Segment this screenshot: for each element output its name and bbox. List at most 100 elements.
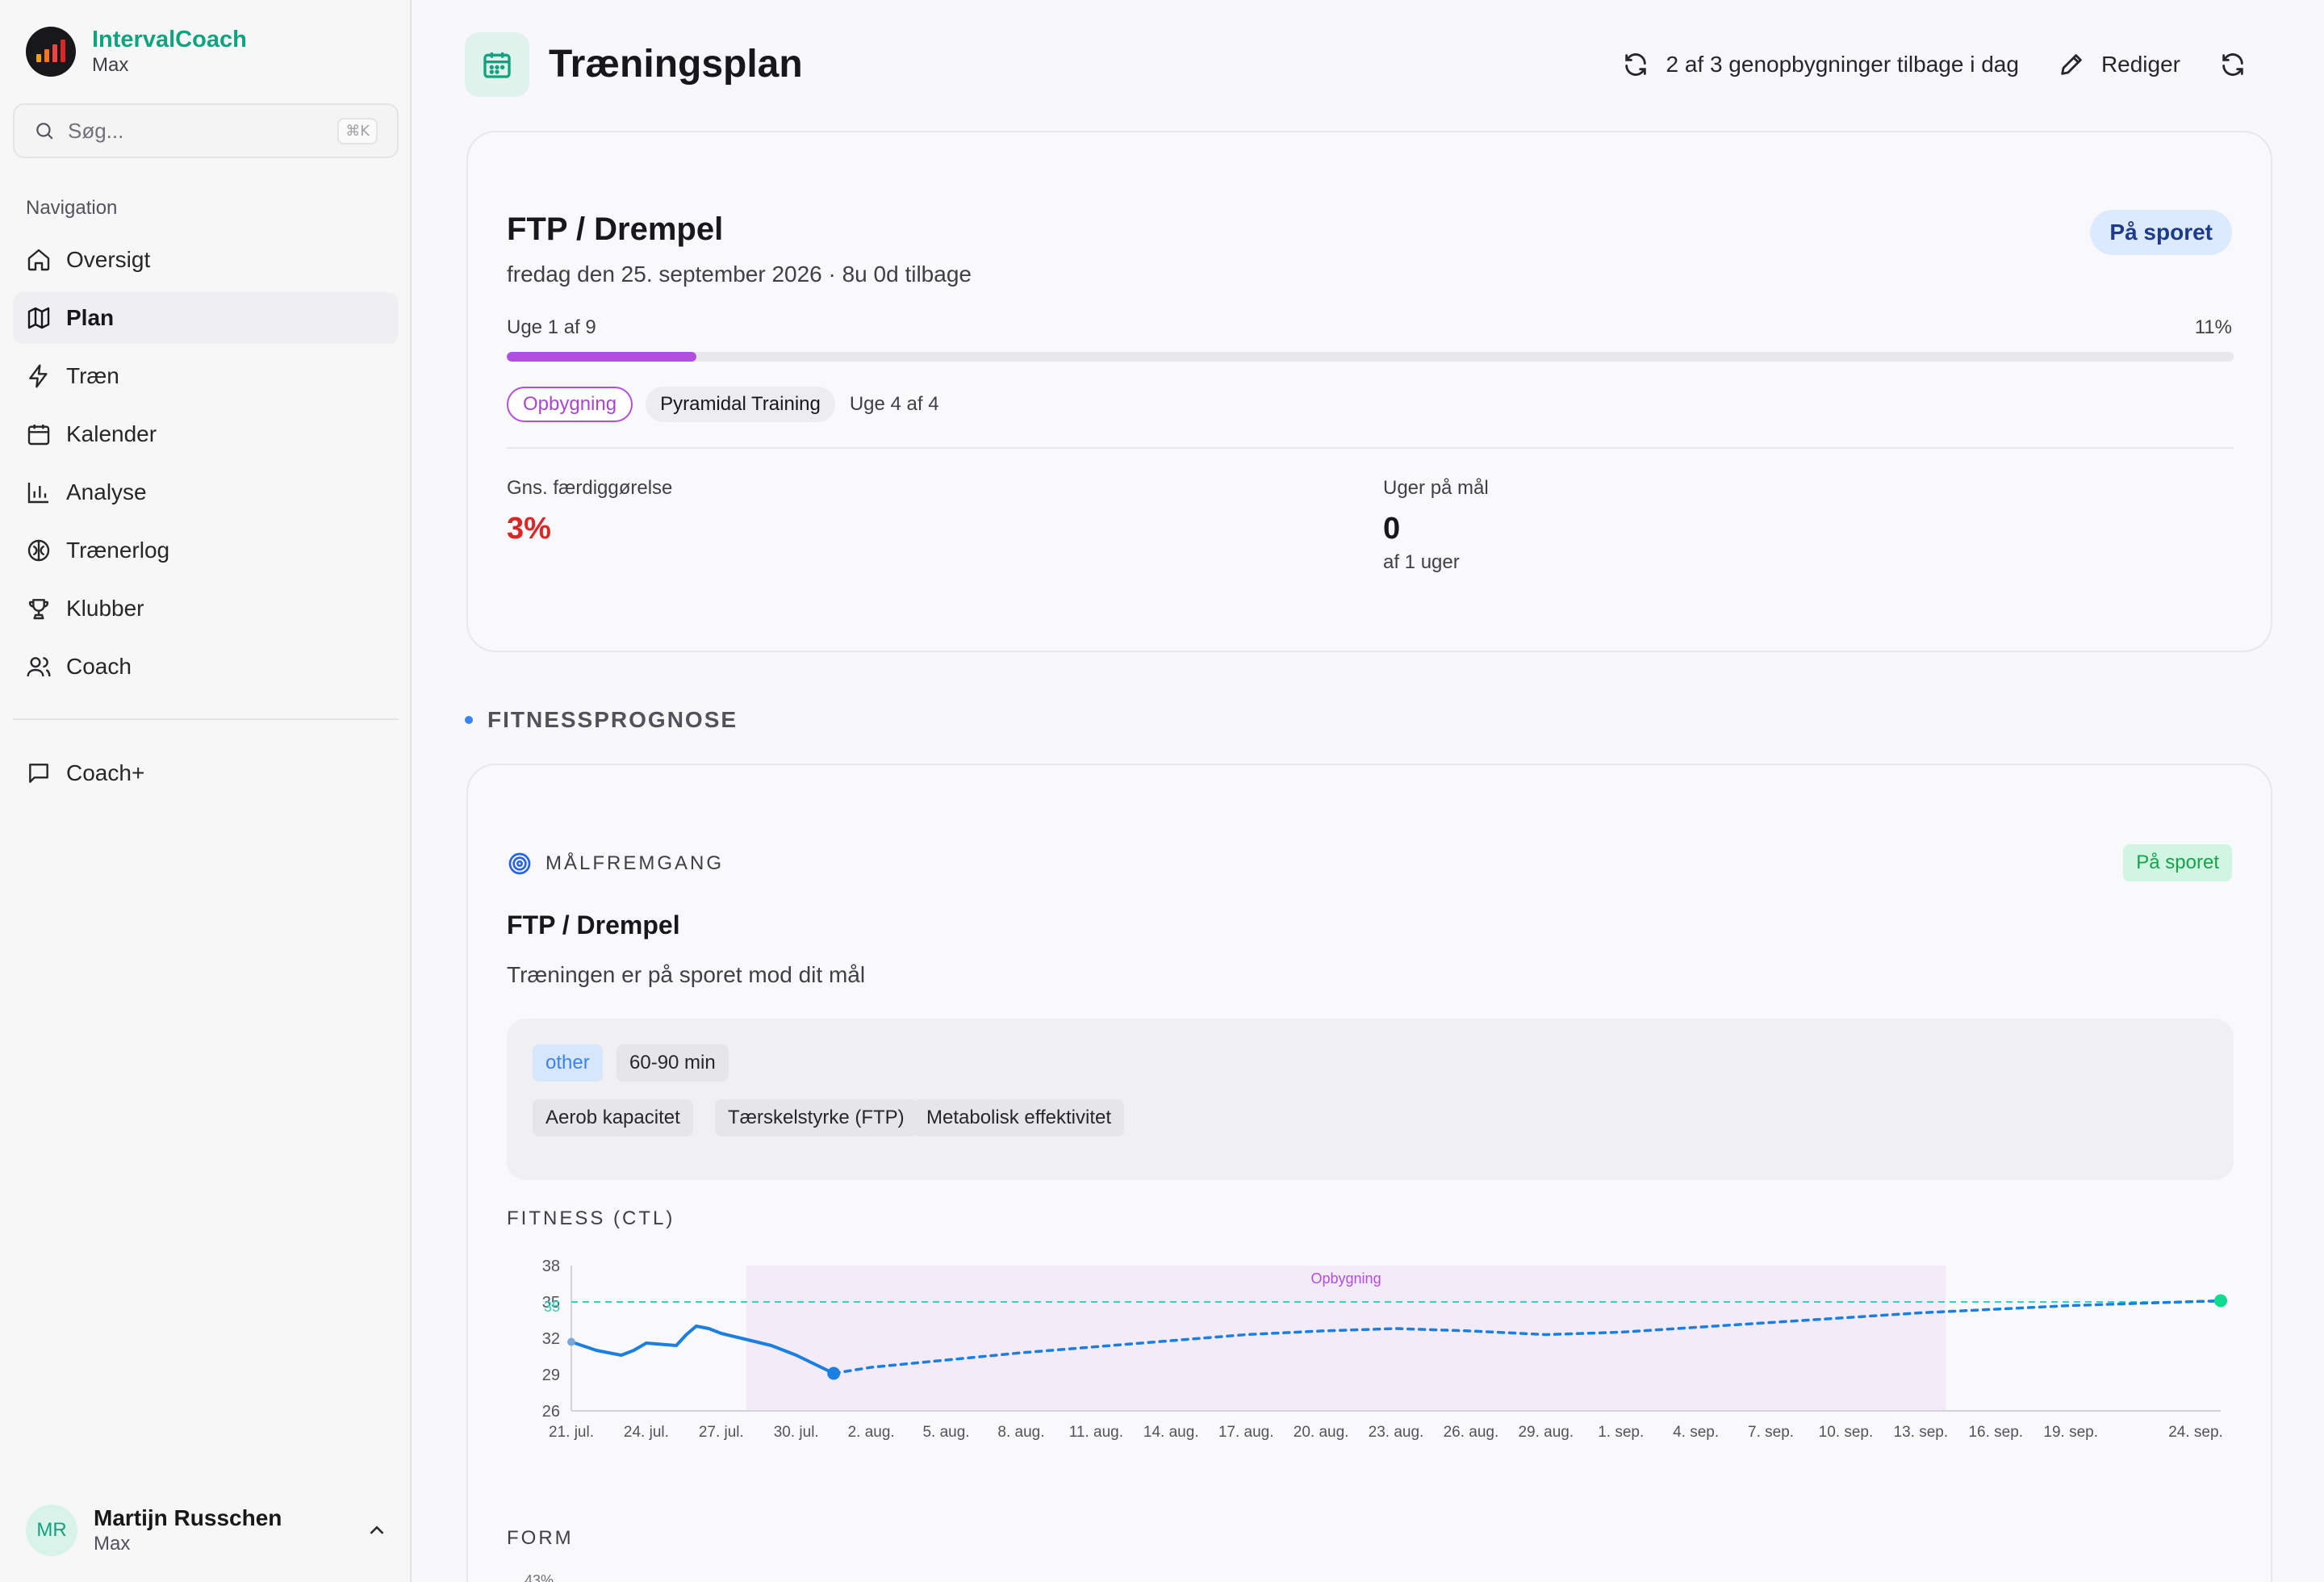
calendar-icon: [483, 52, 511, 78]
plan-progress-bar: [507, 352, 2234, 362]
x-tick-label: 26. aug.: [1444, 1424, 1499, 1441]
x-tick-label: 17. aug.: [1218, 1424, 1274, 1441]
user-plan: Max: [94, 1533, 131, 1555]
x-tick-label: 20. aug.: [1294, 1424, 1349, 1441]
edit-label: Rediger: [2100, 52, 2180, 77]
plan-goal-title: FTP / Drempel: [507, 211, 724, 247]
brain-icon: [27, 539, 50, 562]
form-chart-title: FORM: [507, 1527, 574, 1549]
header-actions: 2 af 3 genopbygninger tilbage i dag Redi…: [1583, 45, 2247, 84]
refresh-icon: [2222, 53, 2243, 76]
sidebar-item-traen[interactable]: Træn: [13, 350, 399, 402]
search-shortcut: ⌘K: [337, 117, 378, 144]
chart-title: FITNESS (CTL): [507, 1207, 675, 1229]
sidebar-item-plan[interactable]: Plan: [13, 292, 399, 344]
x-tick-label: 24. sep.: [2168, 1424, 2223, 1441]
x-tick-label: 4. sep.: [1673, 1424, 1719, 1441]
sidebar-item-label: Kalender: [66, 421, 157, 446]
sidebar-item-coach-plus[interactable]: Coach+: [13, 747, 399, 799]
status-badge: På sporet: [2090, 210, 2232, 255]
section-dot-icon: [465, 716, 473, 724]
tag: other: [533, 1044, 603, 1082]
target-label: 35: [544, 1299, 560, 1315]
status-badge: På sporet: [2123, 844, 2232, 881]
sidebar-item-analyse[interactable]: Analyse: [13, 467, 399, 518]
goal-point: [2214, 1294, 2227, 1308]
rebuild-button[interactable]: 2 af 3 genopbygninger tilbage i dag: [1622, 51, 2019, 78]
plan-date: fredag den 25. september 2026 · 8u 0d ti…: [507, 262, 972, 287]
brand[interactable]: IntervalCoach Max: [26, 26, 247, 77]
sidebar-item-label: Klubber: [66, 596, 144, 621]
app-name: IntervalCoach: [92, 27, 247, 52]
sidebar-item-label: Oversigt: [66, 247, 151, 272]
goal-title: FTP / Drempel: [507, 910, 680, 940]
stat-value: 3%: [507, 512, 551, 546]
tag: Metabolisk effektivitet: [913, 1099, 1124, 1136]
phase-chips: Opbygning Pyramidal Training Uge 4 af 4: [507, 386, 939, 423]
app-subtitle: Max: [92, 54, 129, 76]
target-icon: [508, 852, 531, 875]
page-icon: [465, 32, 529, 97]
calendar-icon: [27, 425, 50, 446]
rebuild-count: 2 af 3 genopbygninger tilbage i dag: [1666, 52, 2019, 77]
goal-tags: other 60-90 min Aerob kapacitet Tærskels…: [507, 1019, 2234, 1180]
pencil-icon: [2061, 54, 2082, 75]
x-tick-label: 1. sep.: [1598, 1424, 1644, 1441]
x-tick-label: 24. jul.: [624, 1424, 669, 1441]
block-chip: Pyramidal Training: [646, 387, 835, 422]
search-placeholder: Søg...: [68, 118, 124, 143]
edit-button[interactable]: Rediger: [2058, 51, 2180, 78]
users-icon: [27, 657, 51, 677]
sidebar-item-label: Coach: [66, 654, 132, 679]
progress-percent: 11%: [2194, 316, 2232, 338]
stat-completion: Gns. færdiggørelse 3%: [507, 476, 672, 550]
sidebar-item-label: Plan: [66, 305, 115, 330]
block-week: Uge 4 af 4: [849, 393, 939, 415]
search-input[interactable]: Søg... ⌘K: [13, 103, 399, 158]
section-heading: FITNESSPROGNOSE: [465, 707, 738, 733]
map-icon: [27, 307, 50, 329]
progress-fill: [507, 352, 697, 362]
divider: [507, 447, 2234, 449]
y-tick-label: 32: [542, 1330, 560, 1348]
sidebar-item-kalender[interactable]: Kalender: [13, 408, 399, 460]
secondary-nav: Coach+: [13, 747, 399, 806]
user-menu[interactable]: MR Martijn Russchen Max: [26, 1501, 389, 1559]
y-tick-label: 38: [542, 1258, 560, 1275]
goal-progress-header: MÅLFREMGANG: [507, 851, 724, 877]
avatar: MR: [26, 1505, 77, 1556]
x-tick-label: 7. sep.: [1748, 1424, 1794, 1441]
x-tick-label: 14. aug.: [1143, 1424, 1199, 1441]
goal-description: Træningen er på sporet mod dit mål: [507, 962, 866, 987]
x-tick-label: 11. aug.: [1069, 1424, 1123, 1441]
rebuild-icon: [1625, 53, 1647, 76]
sidebar-item-coach[interactable]: Coach: [13, 641, 399, 693]
sidebar-item-oversigt[interactable]: Oversigt: [13, 234, 399, 286]
bar-chart-icon: [27, 483, 48, 504]
x-tick-label: 27. jul.: [699, 1424, 744, 1441]
tag: Tærskelstyrke (FTP): [715, 1099, 917, 1136]
sidebar-item-label: Coach+: [66, 760, 145, 785]
phase-band: [746, 1266, 1946, 1411]
chevron-up-icon[interactable]: [365, 1518, 389, 1542]
x-tick-label: 10. sep.: [1819, 1424, 1874, 1441]
phase-band-label: Opbygning: [1311, 1270, 1381, 1287]
section-title: FITNESSPROGNOSE: [487, 707, 738, 732]
zap-icon: [29, 364, 48, 388]
forecast-card: MÅLFREMGANG På sporet FTP / Drempel Træn…: [466, 764, 2272, 1582]
sidebar-item-traenerlog[interactable]: Trænerlog: [13, 525, 399, 576]
nav-section-label: Navigation: [26, 197, 118, 219]
x-tick-label: 8. aug.: [997, 1424, 1044, 1441]
sidebar-item-klubber[interactable]: Klubber: [13, 583, 399, 634]
form-y-tick: 43%: [525, 1572, 554, 1582]
plan-card: FTP / Drempel fredag den 25. september 2…: [466, 131, 2272, 652]
user-name: Martijn Russchen: [94, 1505, 282, 1530]
stat-sub: af 1 uger: [1383, 551, 1460, 573]
refresh-button[interactable]: [2219, 51, 2247, 78]
page-title: Træningsplan: [549, 43, 803, 86]
x-tick-label: 21. jul.: [549, 1424, 594, 1441]
x-tick-label: 30. jul.: [774, 1424, 819, 1441]
week-label: Uge 1 af 9: [507, 316, 596, 338]
app-logo-icon: [26, 27, 76, 77]
x-tick-label: 29. aug.: [1518, 1424, 1574, 1441]
